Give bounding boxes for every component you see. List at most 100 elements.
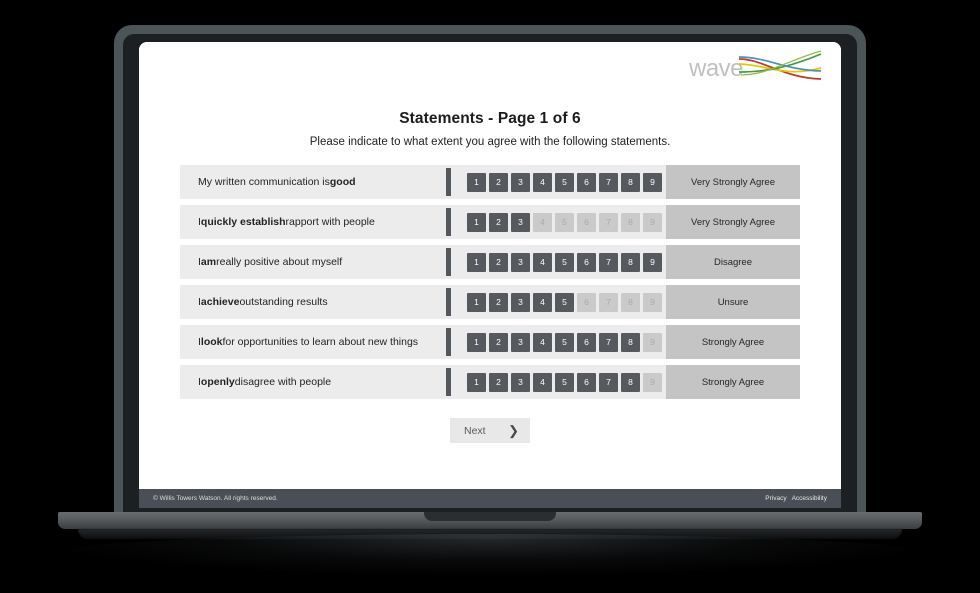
answer-label: Very Strongly Agree bbox=[666, 165, 800, 199]
rating-box-4[interactable]: 4 bbox=[533, 212, 552, 232]
screenshot-stage: wave Statements - Page 1 of 6 Please ind bbox=[0, 0, 980, 593]
rating-scale: 123456789 bbox=[451, 165, 666, 199]
rating-box-3[interactable]: 3 bbox=[511, 372, 530, 392]
row-divider bbox=[446, 165, 451, 199]
statement-text-emphasis: quickly establish bbox=[200, 216, 286, 228]
rating-box-6[interactable]: 6 bbox=[577, 172, 596, 192]
statement-row: I openly disagree with people 1 2 3 4 5 6 7 8 9 St… bbox=[180, 365, 800, 399]
rating-box-6[interactable]: 6 bbox=[577, 332, 596, 352]
rating-box-3[interactable]: 3 bbox=[511, 172, 530, 192]
rating-box-3[interactable]: 3 bbox=[511, 252, 530, 272]
rating-box-8[interactable]: 8 bbox=[621, 292, 640, 312]
footer-copyright: © Willis Towers Watson. All rights reser… bbox=[153, 495, 278, 502]
rating-box-5[interactable]: 5 bbox=[555, 172, 574, 192]
chevron-right-icon: ❯ bbox=[508, 423, 519, 438]
rating-box-9[interactable]: 9 bbox=[643, 332, 662, 352]
row-divider bbox=[446, 285, 451, 319]
rating-box-9[interactable]: 9 bbox=[643, 172, 662, 192]
device-shadow bbox=[40, 534, 940, 576]
rating-box-7[interactable]: 7 bbox=[599, 172, 618, 192]
rating-box-7[interactable]: 7 bbox=[599, 252, 618, 272]
row-divider bbox=[446, 245, 451, 279]
rating-box-9[interactable]: 9 bbox=[643, 252, 662, 272]
statement-text-suffix: rapport with people bbox=[285, 216, 375, 228]
statement-text: I achieve outstanding results bbox=[180, 285, 446, 319]
rating-box-3[interactable]: 3 bbox=[511, 212, 530, 232]
rating-box-9[interactable]: 9 bbox=[643, 212, 662, 232]
rating-box-8[interactable]: 8 bbox=[621, 212, 640, 232]
wave-swoosh-icon bbox=[738, 50, 822, 80]
statement-text: I quickly establish rapport with people bbox=[180, 205, 446, 239]
laptop-bezel: wave Statements - Page 1 of 6 Please ind bbox=[123, 34, 857, 515]
rating-scale: 123456789 bbox=[451, 325, 666, 359]
rating-box-2[interactable]: 2 bbox=[489, 212, 508, 232]
rating-box-2[interactable]: 2 bbox=[489, 332, 508, 352]
rating-box-4[interactable]: 4 bbox=[533, 372, 552, 392]
rating-box-6[interactable]: 6 bbox=[577, 372, 596, 392]
rating-scale: 123456789 bbox=[451, 245, 666, 279]
rating-box-5[interactable]: 5 bbox=[555, 332, 574, 352]
rating-box-1[interactable]: 1 bbox=[467, 372, 486, 392]
rating-box-8[interactable]: 8 bbox=[621, 252, 640, 272]
statement-text-emphasis: look bbox=[200, 336, 223, 348]
rating-box-6[interactable]: 6 bbox=[577, 292, 596, 312]
rating-box-6[interactable]: 6 bbox=[577, 212, 596, 232]
footer-link-privacy[interactable]: Privacy bbox=[765, 495, 786, 502]
statement-text: I look for opportunities to learn about … bbox=[180, 325, 446, 359]
statement-text: My written communication is good bbox=[180, 165, 446, 199]
rating-box-3[interactable]: 3 bbox=[511, 292, 530, 312]
rating-box-2[interactable]: 2 bbox=[489, 292, 508, 312]
rating-box-1[interactable]: 1 bbox=[467, 172, 486, 192]
rating-box-4[interactable]: 4 bbox=[533, 252, 552, 272]
next-button[interactable]: Next ❯ bbox=[450, 418, 530, 443]
rating-scale: 123456789 bbox=[451, 205, 666, 239]
laptop-screen: wave Statements - Page 1 of 6 Please ind bbox=[139, 42, 841, 508]
rating-box-9[interactable]: 9 bbox=[643, 372, 662, 392]
rating-box-4[interactable]: 4 bbox=[533, 172, 552, 192]
rating-box-7[interactable]: 7 bbox=[599, 212, 618, 232]
statement-row: I achieve outstanding results 1 2 3 4 5 6 7 8 9 Un… bbox=[180, 285, 800, 319]
laptop-base bbox=[58, 512, 922, 529]
row-divider bbox=[446, 325, 451, 359]
survey-page: wave Statements - Page 1 of 6 Please ind bbox=[139, 42, 841, 508]
laptop-lid: wave Statements - Page 1 of 6 Please ind bbox=[114, 25, 866, 515]
statement-text: I am really positive about myself bbox=[180, 245, 446, 279]
rating-box-1[interactable]: 1 bbox=[467, 252, 486, 272]
rating-box-2[interactable]: 2 bbox=[489, 252, 508, 272]
rating-scale: 123456789 bbox=[451, 285, 666, 319]
rating-box-6[interactable]: 6 bbox=[577, 252, 596, 272]
rating-box-5[interactable]: 5 bbox=[555, 212, 574, 232]
rating-box-8[interactable]: 8 bbox=[621, 372, 640, 392]
page-footer: © Willis Towers Watson. All rights reser… bbox=[139, 489, 841, 508]
statement-text-emphasis: good bbox=[329, 176, 356, 188]
rating-box-4[interactable]: 4 bbox=[533, 292, 552, 312]
rating-box-1[interactable]: 1 bbox=[467, 332, 486, 352]
rating-box-5[interactable]: 5 bbox=[555, 292, 574, 312]
rating-box-1[interactable]: 1 bbox=[467, 212, 486, 232]
rating-box-7[interactable]: 7 bbox=[599, 332, 618, 352]
answer-label: Strongly Agree bbox=[666, 365, 800, 399]
rating-box-5[interactable]: 5 bbox=[555, 372, 574, 392]
answer-label: Unsure bbox=[666, 285, 800, 319]
answer-label: Very Strongly Agree bbox=[666, 205, 800, 239]
rating-box-7[interactable]: 7 bbox=[599, 372, 618, 392]
rating-scale: 123456789 bbox=[451, 365, 666, 399]
rating-box-2[interactable]: 2 bbox=[489, 372, 508, 392]
rating-box-7[interactable]: 7 bbox=[599, 292, 618, 312]
brand-header: wave bbox=[139, 42, 841, 94]
footer-link-accessibility[interactable]: Accessibility bbox=[792, 495, 827, 502]
rating-box-4[interactable]: 4 bbox=[533, 332, 552, 352]
rating-box-8[interactable]: 8 bbox=[621, 172, 640, 192]
rating-box-1[interactable]: 1 bbox=[467, 292, 486, 312]
statement-text-emphasis: openly bbox=[200, 376, 235, 388]
row-divider bbox=[446, 365, 451, 399]
rating-box-9[interactable]: 9 bbox=[643, 292, 662, 312]
rating-box-2[interactable]: 2 bbox=[489, 172, 508, 192]
statement-row: I quickly establish rapport with people 1… bbox=[180, 205, 800, 239]
rating-box-3[interactable]: 3 bbox=[511, 332, 530, 352]
rating-box-8[interactable]: 8 bbox=[621, 332, 640, 352]
statement-text-suffix: for opportunities to learn about new thi… bbox=[222, 336, 419, 348]
next-button-label: Next bbox=[464, 424, 486, 437]
answer-label: Disagree bbox=[666, 245, 800, 279]
rating-box-5[interactable]: 5 bbox=[555, 252, 574, 272]
